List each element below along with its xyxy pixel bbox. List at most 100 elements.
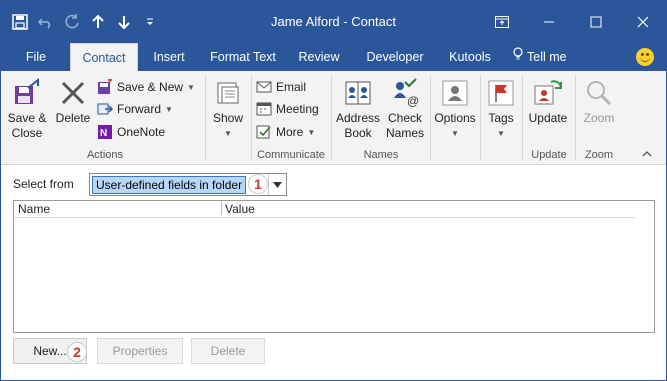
show-button[interactable]: Show ▼ [209,71,247,141]
column-divider[interactable] [221,202,222,215]
ribbon-display-options-icon[interactable] [478,1,525,43]
tab-format-text[interactable]: Format Text [205,43,281,71]
minimize-icon[interactable] [525,1,572,43]
save-new-label: Save & New [117,80,184,94]
fields-list[interactable]: Name Value [13,200,655,333]
list-header: Name Value [14,201,636,218]
down-arrow-icon[interactable] [113,11,135,33]
column-value-header[interactable]: Value [225,202,255,216]
fields-panel: Select from User-defined fields in folde… [1,165,666,380]
delete-label: Delete [55,111,91,125]
svg-text:N: N [100,128,107,139]
save-close-button[interactable]: Save & Close [5,71,49,141]
up-arrow-icon[interactable] [87,11,109,33]
tab-insert[interactable]: Insert [146,43,192,71]
options-button[interactable]: Options ▼ [433,71,477,141]
onenote-button[interactable]: N OneNote [97,122,165,142]
tab-contact[interactable]: Contact [70,43,138,72]
zoom-group-label: Zoom [584,149,614,161]
forward-button[interactable]: Forward ▼ [97,99,173,119]
dropdown-arrow-icon[interactable] [268,174,286,195]
onenote-label: OneNote [117,125,166,139]
tags-button[interactable]: Tags ▼ [483,71,519,141]
tab-developer[interactable]: Developer [359,43,431,71]
check-names-icon: @ [389,77,421,109]
meeting-icon [256,101,272,117]
tell-me-label: Tell me [527,50,567,64]
group-divider [575,75,576,161]
update-group-label: Update [531,149,567,161]
zoom-magnifier-icon [583,77,615,109]
save-new-icon [97,79,113,95]
onenote-icon: N [97,124,113,140]
tab-file[interactable]: File [15,43,57,71]
ribbon: Save & Close Delete Save & New ▼ Forward… [1,71,666,165]
ribbon-tabs: File Contact Insert Format Text Review D… [1,43,666,72]
options-label: Options [434,111,476,125]
check-names-label-1: Check [387,111,422,125]
flag-icon [485,77,517,109]
customize-qat-icon[interactable] [139,11,161,33]
forward-icon [97,101,113,117]
undo-icon[interactable] [35,11,57,33]
save-close-icon [11,77,43,109]
meeting-label: Meeting [276,102,319,116]
delete-field-button[interactable]: Delete [191,338,265,364]
more-button[interactable]: More ▼ [256,122,315,142]
group-divider [522,75,523,161]
collapse-ribbon-icon[interactable] [642,149,652,161]
group-divider [205,75,206,161]
email-button[interactable]: Email [256,77,306,97]
group-divider [331,75,332,161]
title-bar: Jame Alford - Contact [1,1,666,43]
maximize-icon[interactable] [572,1,619,43]
more-label: More [276,125,304,139]
actions-group-label: Actions [86,149,124,161]
address-book-button[interactable]: Address Book [335,71,381,141]
save-new-dropdown-icon: ▼ [187,82,195,92]
select-from-value: User-defined fields in folder [92,175,247,194]
options-icon [439,77,471,109]
more-dropdown-icon: ▼ [307,127,316,137]
address-book-label-2: Book [344,126,372,140]
meeting-button[interactable]: Meeting [256,99,319,119]
group-divider [480,75,481,161]
group-divider [251,75,252,161]
email-icon [256,79,272,95]
email-label: Email [276,80,307,94]
zoom-label: Zoom [583,111,615,125]
close-icon[interactable] [619,1,666,43]
lightbulb-icon [513,43,523,71]
column-name-header[interactable]: Name [18,202,50,216]
delete-contact-button[interactable]: Delete [54,71,92,126]
outlook-contact-window: Jame Alford - Contact File Contact Inser… [0,0,667,381]
window-controls [478,1,666,43]
tags-dropdown-icon: ▼ [497,129,505,138]
check-names-button[interactable]: @ Check Names [383,71,427,141]
show-label: Show [212,111,244,125]
redo-icon[interactable] [61,11,83,33]
tab-review[interactable]: Review [293,43,345,71]
forward-label: Forward [117,102,162,116]
save-close-label-1: Save & [7,111,47,125]
show-dropdown-icon: ▼ [224,129,232,138]
quick-access-toolbar [9,11,161,33]
save-icon[interactable] [9,11,31,33]
address-book-label-1: Address [335,111,381,125]
step-1-marker: 1 [248,174,268,194]
update-button[interactable]: Update [525,71,571,126]
names-group-label: Names [363,149,399,161]
save-new-button[interactable]: Save & New ▼ [97,77,195,97]
more-icon [256,124,272,140]
address-book-icon [342,77,374,109]
options-dropdown-icon: ▼ [451,129,459,138]
feedback-smiley-icon[interactable] [636,48,654,66]
tab-kutools[interactable]: Kutools [441,43,499,71]
show-icon [212,77,244,109]
svg-text:@: @ [407,94,419,108]
tab-tell-me[interactable]: Tell me [513,43,583,71]
zoom-button[interactable]: Zoom [579,71,619,126]
save-close-label-2: Close [11,126,43,140]
forward-dropdown-icon: ▼ [165,104,173,114]
properties-button[interactable]: Properties [97,338,183,364]
